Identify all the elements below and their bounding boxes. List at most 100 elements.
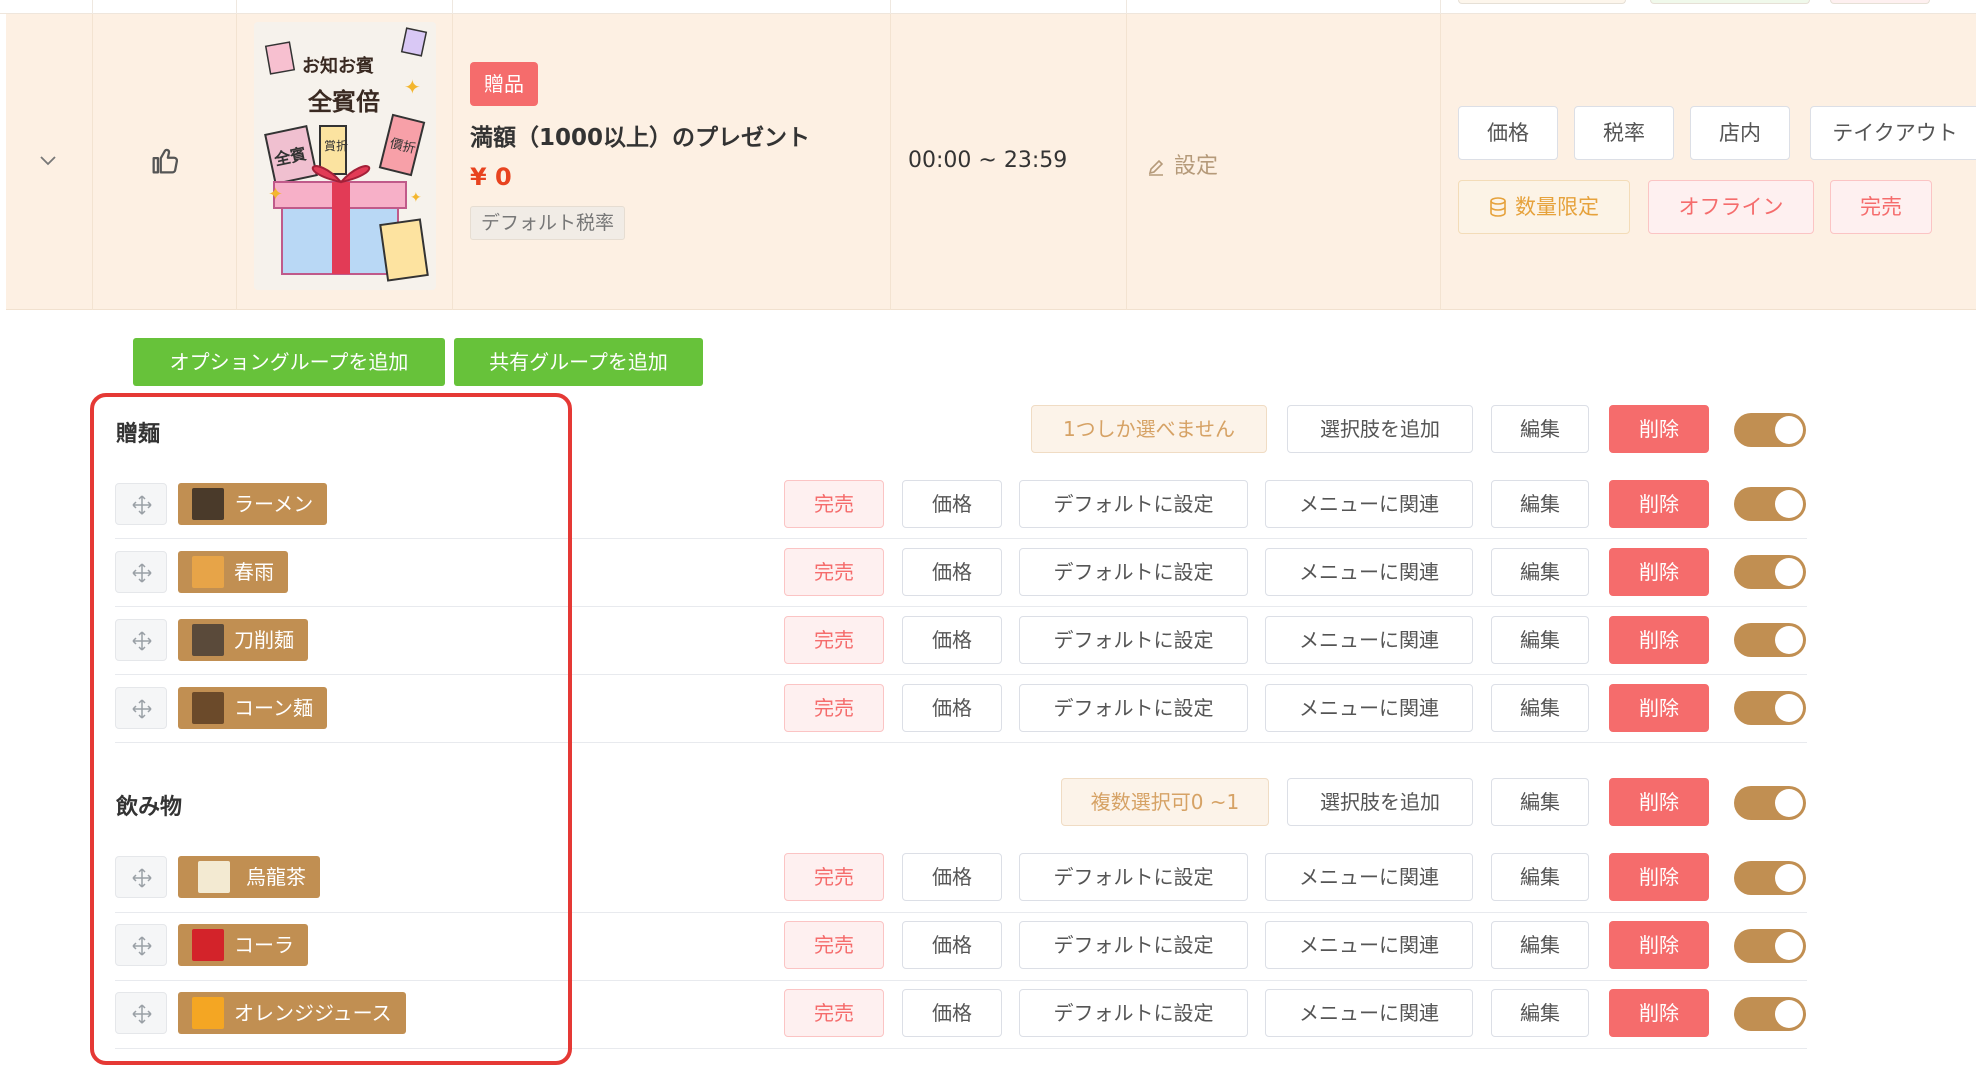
- price-button[interactable]: 価格: [902, 921, 1002, 969]
- edit-button[interactable]: 編集: [1491, 480, 1589, 528]
- move-icon: [132, 1004, 152, 1024]
- drag-handle[interactable]: [115, 483, 167, 525]
- option-toggle[interactable]: [1734, 929, 1806, 963]
- group-toggle[interactable]: [1734, 413, 1806, 447]
- set-default-button[interactable]: デフォルトに設定: [1019, 684, 1248, 732]
- add-shared-group-button[interactable]: 共有グループを追加: [454, 338, 703, 386]
- price-button[interactable]: 価格: [1458, 106, 1558, 160]
- link-menu-button[interactable]: メニューに関連: [1265, 480, 1473, 528]
- drag-handle[interactable]: [115, 687, 167, 729]
- option-toggle[interactable]: [1734, 555, 1806, 589]
- chevron-down-icon[interactable]: [38, 150, 58, 170]
- drag-handle[interactable]: [115, 856, 167, 898]
- drag-handle[interactable]: [115, 924, 167, 966]
- option-toggle[interactable]: [1734, 861, 1806, 895]
- move-icon: [132, 936, 152, 956]
- edit-button[interactable]: 編集: [1491, 989, 1589, 1037]
- column-divider: [890, 14, 891, 310]
- column-divider: [1126, 0, 1127, 14]
- edit-button[interactable]: 編集: [1491, 684, 1589, 732]
- soldout-button[interactable]: 完売: [784, 616, 884, 664]
- add-option-button[interactable]: 選択肢を追加: [1287, 778, 1473, 826]
- delete-button[interactable]: 削除: [1609, 548, 1709, 596]
- link-menu-button[interactable]: メニューに関連: [1265, 684, 1473, 732]
- set-default-button[interactable]: デフォルトに設定: [1019, 921, 1248, 969]
- column-divider: [890, 0, 891, 14]
- tax-rate-button[interactable]: 税率: [1574, 106, 1674, 160]
- price-button[interactable]: 価格: [902, 616, 1002, 664]
- row-divider: [115, 538, 1807, 539]
- link-menu-button[interactable]: メニューに関連: [1265, 548, 1473, 596]
- soldout-button[interactable]: 完売: [784, 921, 884, 969]
- move-icon: [132, 563, 152, 583]
- database-icon: [1490, 197, 1506, 217]
- option-chip: 刀削麺: [178, 619, 308, 661]
- group-toggle[interactable]: [1734, 786, 1806, 820]
- soldout-button[interactable]: 完売: [784, 853, 884, 901]
- setting-link[interactable]: 設定: [1146, 148, 1218, 180]
- column-divider: [92, 14, 93, 310]
- thumbs-up-icon[interactable]: [148, 144, 182, 178]
- set-default-button[interactable]: デフォルトに設定: [1019, 480, 1248, 528]
- link-menu-button[interactable]: メニューに関連: [1265, 921, 1473, 969]
- drag-handle[interactable]: [115, 992, 167, 1034]
- gift-tag: 贈品: [470, 62, 538, 106]
- drag-handle[interactable]: [115, 551, 167, 593]
- link-menu-button[interactable]: メニューに関連: [1265, 989, 1473, 1037]
- option-toggle[interactable]: [1734, 997, 1806, 1031]
- move-icon: [132, 495, 152, 515]
- option-toggle[interactable]: [1734, 623, 1806, 657]
- delete-button[interactable]: 削除: [1609, 853, 1709, 901]
- set-default-button[interactable]: デフォルトに設定: [1019, 616, 1248, 664]
- soldout-button[interactable]: 完売: [784, 989, 884, 1037]
- option-chip: コーン麺: [178, 687, 327, 729]
- edit-button[interactable]: 編集: [1491, 548, 1589, 596]
- dine-in-button[interactable]: 店内: [1690, 106, 1790, 160]
- price-button[interactable]: 価格: [902, 684, 1002, 732]
- option-image: [192, 929, 224, 961]
- price-button[interactable]: 価格: [902, 853, 1002, 901]
- delete-button[interactable]: 削除: [1609, 616, 1709, 664]
- edit-button[interactable]: 編集: [1491, 616, 1589, 664]
- image-text: 賞折: [324, 138, 348, 153]
- edit-button[interactable]: 編集: [1491, 921, 1589, 969]
- option-image: [198, 861, 230, 893]
- option-name: コーラ: [234, 933, 294, 957]
- edit-group-button[interactable]: 編集: [1491, 778, 1589, 826]
- drag-handle[interactable]: [115, 619, 167, 661]
- price-button[interactable]: 価格: [902, 480, 1002, 528]
- takeout-button[interactable]: テイクアウト: [1810, 106, 1976, 160]
- edit-group-button[interactable]: 編集: [1491, 405, 1589, 453]
- price-button[interactable]: 価格: [902, 989, 1002, 1037]
- soldout-button[interactable]: 完売: [784, 684, 884, 732]
- option-chip: コーラ: [178, 924, 308, 966]
- delete-group-button[interactable]: 削除: [1609, 778, 1709, 826]
- set-default-button[interactable]: デフォルトに設定: [1019, 853, 1248, 901]
- delete-button[interactable]: 削除: [1609, 921, 1709, 969]
- set-default-button[interactable]: デフォルトに設定: [1019, 548, 1248, 596]
- soldout-button[interactable]: 完売: [784, 548, 884, 596]
- delete-button[interactable]: 削除: [1609, 480, 1709, 528]
- option-image: [192, 997, 224, 1029]
- price-button[interactable]: 価格: [902, 548, 1002, 596]
- previous-row-edge: [0, 0, 1976, 14]
- option-toggle[interactable]: [1734, 691, 1806, 725]
- option-chip: 烏龍茶: [178, 856, 320, 898]
- quantity-limit-button[interactable]: 数量限定: [1458, 180, 1630, 234]
- delete-button[interactable]: 削除: [1609, 989, 1709, 1037]
- group-title: 贈麺: [116, 422, 161, 447]
- link-menu-button[interactable]: メニューに関連: [1265, 853, 1473, 901]
- add-option-button[interactable]: 選択肢を追加: [1287, 405, 1473, 453]
- column-divider: [92, 0, 93, 14]
- add-option-group-button[interactable]: オプショングループを追加: [133, 338, 445, 386]
- delete-group-button[interactable]: 削除: [1609, 405, 1709, 453]
- link-menu-button[interactable]: メニューに関連: [1265, 616, 1473, 664]
- edit-button[interactable]: 編集: [1491, 853, 1589, 901]
- delete-button[interactable]: 削除: [1609, 684, 1709, 732]
- offline-button[interactable]: オフライン: [1648, 180, 1814, 234]
- soldout-button[interactable]: 完売: [1830, 180, 1932, 234]
- column-divider: [1126, 14, 1127, 310]
- set-default-button[interactable]: デフォルトに設定: [1019, 989, 1248, 1037]
- option-toggle[interactable]: [1734, 487, 1806, 521]
- soldout-button[interactable]: 完売: [784, 480, 884, 528]
